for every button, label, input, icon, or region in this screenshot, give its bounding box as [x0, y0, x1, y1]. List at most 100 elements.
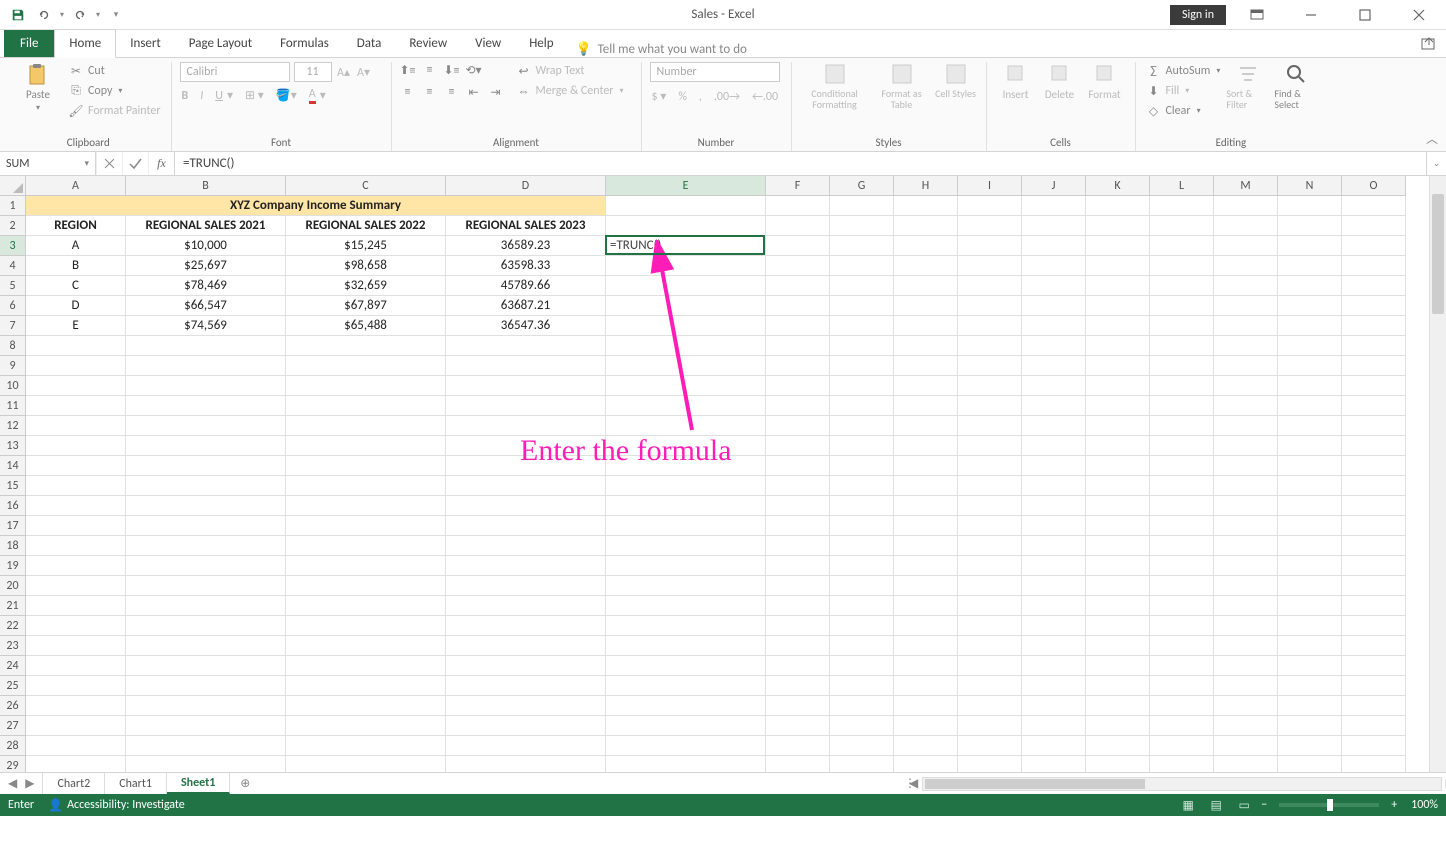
- cell[interactable]: [126, 456, 286, 476]
- sort-filter-button[interactable]: Sort & Filter: [1226, 62, 1270, 110]
- cell[interactable]: [606, 276, 766, 296]
- cell[interactable]: [446, 616, 606, 636]
- cell[interactable]: [766, 416, 830, 436]
- cell[interactable]: [830, 756, 894, 772]
- cell[interactable]: [126, 496, 286, 516]
- cell[interactable]: [1086, 296, 1150, 316]
- cell[interactable]: [1278, 696, 1342, 716]
- col-header-I[interactable]: I: [958, 176, 1022, 196]
- cell[interactable]: [1278, 556, 1342, 576]
- cell[interactable]: [1150, 336, 1214, 356]
- cell[interactable]: [126, 416, 286, 436]
- cell[interactable]: [1214, 636, 1278, 656]
- cell[interactable]: [1342, 576, 1406, 596]
- col-header-O[interactable]: O: [1342, 176, 1406, 196]
- cell[interactable]: [1342, 556, 1406, 576]
- cell[interactable]: [1022, 576, 1086, 596]
- cell[interactable]: [766, 336, 830, 356]
- cell[interactable]: [1342, 656, 1406, 676]
- cell[interactable]: [1086, 236, 1150, 256]
- cell[interactable]: [1150, 316, 1214, 336]
- cell[interactable]: [958, 456, 1022, 476]
- cell[interactable]: [606, 676, 766, 696]
- cell[interactable]: [1214, 336, 1278, 356]
- cell[interactable]: [1214, 736, 1278, 756]
- cell[interactable]: [830, 356, 894, 376]
- name-box[interactable]: SUM▾: [0, 152, 96, 175]
- cell[interactable]: [126, 396, 286, 416]
- cell[interactable]: [1342, 496, 1406, 516]
- cell[interactable]: [1022, 296, 1086, 316]
- cell[interactable]: [606, 296, 766, 316]
- cell[interactable]: [446, 356, 606, 376]
- cell[interactable]: [1022, 456, 1086, 476]
- redo-button[interactable]: [70, 5, 90, 25]
- cell[interactable]: [1022, 256, 1086, 276]
- merged-title-cell[interactable]: XYZ Company Income Summary: [26, 196, 606, 216]
- sheet-tab-Chart2[interactable]: Chart2: [43, 773, 105, 794]
- cell[interactable]: [1150, 296, 1214, 316]
- data-tab[interactable]: Data: [343, 30, 396, 57]
- accounting-format-button[interactable]: $ ▾: [650, 88, 669, 105]
- cell[interactable]: [1150, 676, 1214, 696]
- cell[interactable]: [766, 376, 830, 396]
- row-header-17[interactable]: 17: [0, 516, 26, 536]
- cell[interactable]: [766, 316, 830, 336]
- cell[interactable]: [606, 756, 766, 772]
- row-header-29[interactable]: 29: [0, 756, 26, 772]
- row-header-6[interactable]: 6: [0, 296, 26, 316]
- cell[interactable]: [830, 616, 894, 636]
- view-tab[interactable]: View: [461, 30, 515, 57]
- ribbon-display-options[interactable]: [1234, 1, 1280, 29]
- cell[interactable]: [894, 496, 958, 516]
- cell[interactable]: [1214, 276, 1278, 296]
- cell[interactable]: [1086, 616, 1150, 636]
- cell[interactable]: [606, 616, 766, 636]
- cell[interactable]: [766, 356, 830, 376]
- cell[interactable]: [830, 736, 894, 756]
- cell[interactable]: [606, 696, 766, 716]
- cell[interactable]: [26, 456, 126, 476]
- cell[interactable]: [958, 236, 1022, 256]
- cell[interactable]: [446, 556, 606, 576]
- cell[interactable]: [1022, 336, 1086, 356]
- cell[interactable]: [830, 436, 894, 456]
- cell[interactable]: [1278, 716, 1342, 736]
- cell[interactable]: 45789.66: [446, 276, 606, 296]
- row-header-12[interactable]: 12: [0, 416, 26, 436]
- cell[interactable]: B: [26, 256, 126, 276]
- cell[interactable]: [958, 356, 1022, 376]
- cell[interactable]: [1278, 296, 1342, 316]
- cell[interactable]: [1086, 216, 1150, 236]
- cell[interactable]: [1342, 676, 1406, 696]
- cell[interactable]: [1214, 236, 1278, 256]
- cell[interactable]: [766, 556, 830, 576]
- cell[interactable]: [26, 736, 126, 756]
- cell[interactable]: [894, 536, 958, 556]
- cell[interactable]: [1342, 736, 1406, 756]
- cell[interactable]: [894, 256, 958, 276]
- cell[interactable]: [766, 736, 830, 756]
- cell[interactable]: $74,569: [126, 316, 286, 336]
- cell[interactable]: [766, 456, 830, 476]
- cell[interactable]: [606, 516, 766, 536]
- cell[interactable]: [606, 336, 766, 356]
- row-header-14[interactable]: 14: [0, 456, 26, 476]
- copy-button[interactable]: ⎘Copy▾: [66, 82, 163, 100]
- cell[interactable]: [286, 476, 446, 496]
- insert-cells-button[interactable]: Insert: [995, 62, 1037, 101]
- cell[interactable]: [1150, 236, 1214, 256]
- cell[interactable]: [1278, 396, 1342, 416]
- cell[interactable]: [958, 616, 1022, 636]
- align-center-icon[interactable]: ≡: [422, 84, 438, 100]
- cell[interactable]: [1278, 476, 1342, 496]
- cell[interactable]: [1086, 456, 1150, 476]
- cell[interactable]: $78,469: [126, 276, 286, 296]
- cell[interactable]: [26, 616, 126, 636]
- sign-in-button[interactable]: Sign in: [1170, 5, 1226, 25]
- cell[interactable]: [1342, 596, 1406, 616]
- cell[interactable]: [894, 756, 958, 772]
- paste-button[interactable]: Paste ▾: [14, 62, 62, 113]
- cell[interactable]: [1214, 716, 1278, 736]
- minimize-button[interactable]: [1288, 1, 1334, 29]
